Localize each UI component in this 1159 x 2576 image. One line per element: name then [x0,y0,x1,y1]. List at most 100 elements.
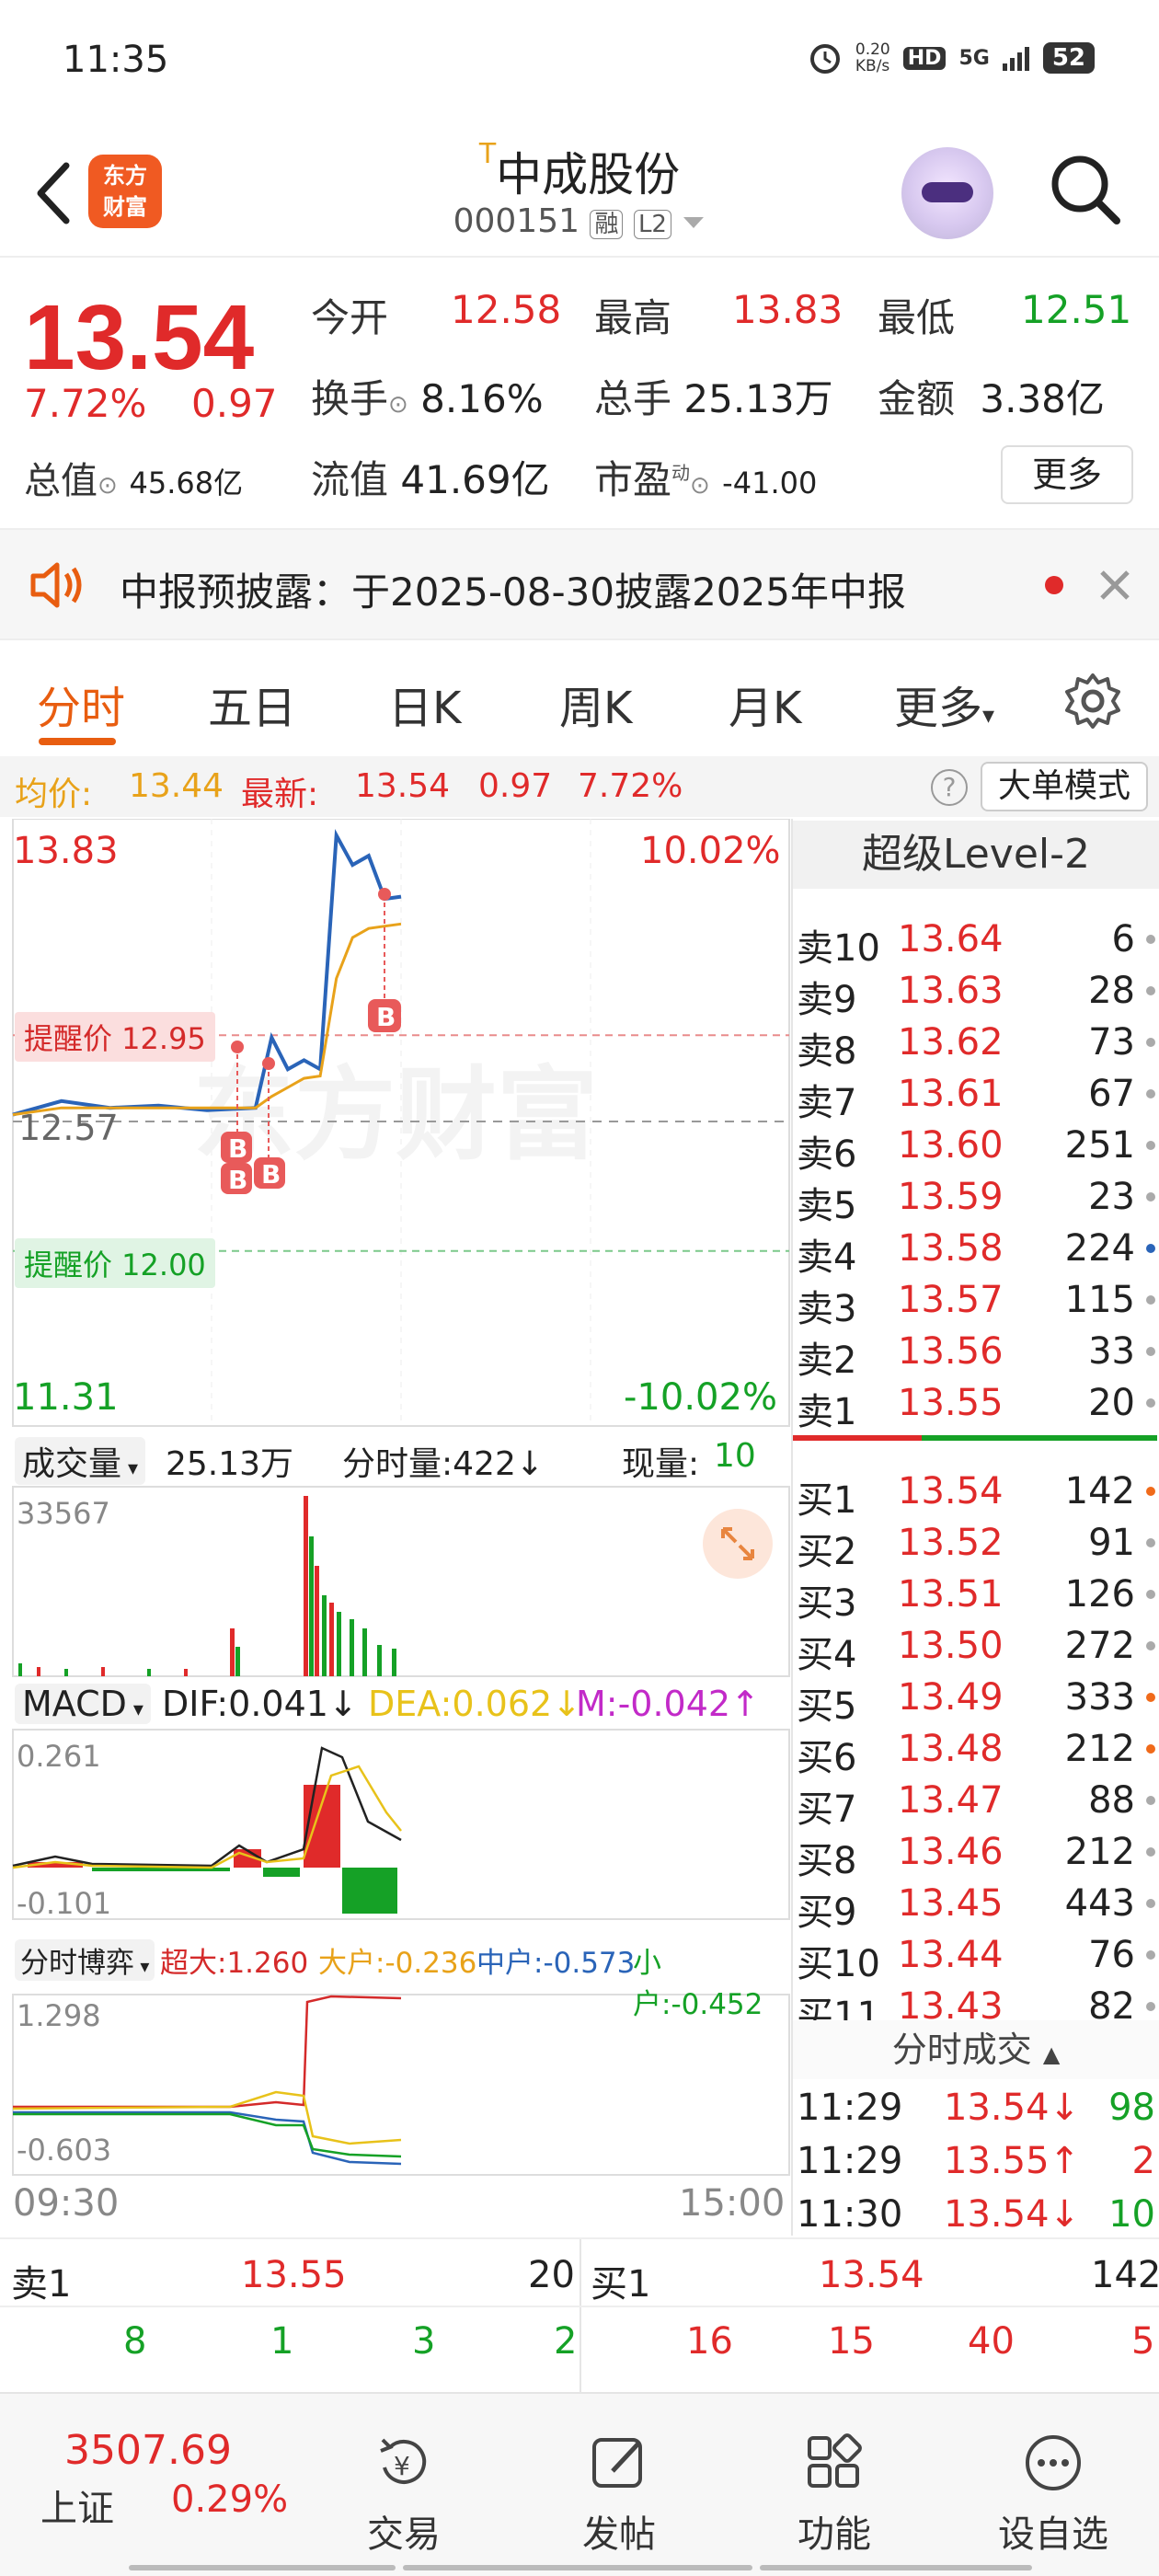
assistant-robot-avatar[interactable] [901,147,993,239]
flow-mid: 中户:-0.573 [476,1947,636,1980]
ask-price: 13.57 [898,1279,1004,1321]
order-dot [1146,1693,1155,1702]
bid-row[interactable]: 买4 13.50 272 [793,1621,1159,1676]
buy1-label: 买1 [591,2263,651,2306]
close-icon[interactable] [1096,567,1133,604]
bid-row[interactable]: 买6 13.48 212 [793,1724,1159,1779]
info-icon[interactable]: ⊙ [388,391,408,419]
index-pct[interactable]: 0.29% [171,2478,288,2521]
ask-row[interactable]: 卖7 13.61 67 [793,1069,1159,1124]
buy-marker-label: B [376,1002,396,1032]
buy-marker[interactable]: B [221,1163,252,1195]
ticks-title[interactable]: 分时成交 ▲ [793,2020,1159,2079]
nav-add-watchlist[interactable]: 设自选 [984,2431,1122,2558]
ask-bid-ratio-red [793,1435,922,1441]
tab-daily-k[interactable]: 日K [388,672,461,736]
sell1-label: 卖1 [11,2263,72,2306]
status-bar: 11:35 0.20 KB/s HD 5G 52 [0,0,1159,120]
buy-marker-label: B [228,1165,247,1195]
buy-marker[interactable]: B [254,1157,285,1190]
macd-selector[interactable]: MACD ▾ [15,1684,151,1724]
index-name[interactable]: 上证 [40,2478,114,2532]
volume-bar [101,1667,105,1676]
low-value: 12.51 [1021,287,1132,332]
ask-row[interactable]: 卖5 13.59 23 [793,1172,1159,1227]
alert-low-label[interactable]: 提醒价 12.00 [15,1238,215,1288]
level2-title[interactable]: 超级Level-2 [793,821,1159,889]
search-icon[interactable] [1047,151,1124,228]
order-dot [1146,1244,1155,1253]
ask-row[interactable]: 卖8 13.62 73 [793,1018,1159,1073]
volume-bar [362,1628,367,1676]
alert-high-label[interactable]: 提醒价 12.95 [15,1012,215,1062]
macd-chart-frame [12,1729,790,1920]
bid-row[interactable]: 买3 13.51 126 [793,1570,1159,1625]
ask-row[interactable]: 卖3 13.57 115 [793,1275,1159,1330]
settings-gear-icon[interactable] [1063,672,1122,730]
bid-row[interactable]: 买1 13.54 142 [793,1466,1159,1522]
intraday-chart-panel[interactable]: 东方财富 B B B B 13.83 10.02% 12.57 11.31 -1… [0,819,791,2236]
info-icon[interactable]: ⊙ [690,472,710,500]
expand-button-bg[interactable] [703,1509,773,1579]
index-value[interactable]: 3507.69 [64,2427,232,2474]
tick-time: 11:29 [797,2087,903,2129]
volume-selector[interactable]: 成交量 ▾ [15,1437,146,1485]
caret-down-icon: ▾ [134,1955,150,1977]
tab-weekly-k[interactable]: 周K [559,672,632,736]
ask-volume: 28 [1088,970,1135,1012]
tab-monthly-k[interactable]: 月K [729,672,801,736]
ask-volume: 67 [1088,1073,1135,1115]
bid-level-label: 买6 [797,1737,857,1779]
bid-level-label: 买7 [797,1788,857,1831]
ask-row[interactable]: 卖2 13.56 33 [793,1327,1159,1382]
bid-volume: 333 [1064,1676,1135,1719]
nav-post[interactable]: 发帖 [550,2431,688,2558]
bid-volume: 443 [1064,1882,1135,1925]
turnover-value: 8.16% [420,376,544,421]
tick-price: 13.54↓ [944,2193,1081,2236]
bid-row[interactable]: 买9 13.45 443 [793,1879,1159,1934]
buy-marker[interactable]: B [221,1132,252,1164]
turnover-label: 换手 [311,376,389,421]
bid-volume: 126 [1064,1573,1135,1616]
ask-level-label: 卖7 [797,1082,857,1124]
ask-row[interactable]: 卖10 13.64 6 [793,914,1159,970]
tab-five-day[interactable]: 五日 [208,672,296,736]
status-icons: 0.20 KB/s HD 5G 52 [808,40,1095,75]
bid-row[interactable]: 买7 13.47 88 [793,1776,1159,1831]
more-button[interactable]: 更多 [1001,445,1133,504]
last-price: 13.54 [24,286,255,389]
bid-row[interactable]: 买5 13.49 333 [793,1673,1159,1728]
bid-level-label: 买3 [797,1582,857,1625]
nav-functions[interactable]: 功能 [765,2431,903,2558]
bid-row[interactable]: 买2 13.52 91 [793,1518,1159,1573]
current-volume-label: 现量: [622,1445,700,1483]
ask-row[interactable]: 卖4 13.58 224 [793,1224,1159,1279]
ask-bid-ratio-green [922,1435,1157,1441]
ask-row[interactable]: 卖6 13.60 251 [793,1121,1159,1176]
caret-up-icon: ▲ [1042,2041,1061,2067]
bid-row[interactable]: 买8 13.46 212 [793,1827,1159,1882]
ask-row[interactable]: 卖1 13.55 20 [793,1378,1159,1433]
tab-more[interactable]: 更多▾ [894,672,994,736]
mktcap-row: 总值⊙ 45.68亿 [24,451,243,504]
big-order-mode-button[interactable]: 大单模式 [981,762,1148,811]
volume-bar [392,1649,396,1676]
info-icon[interactable]: ⊙ [98,472,118,500]
report-notice-bar[interactable]: 中报预披露：于2025-08-30披露2025年中报 [0,528,1159,640]
flow-selector[interactable]: 分时博弈 ▾ [15,1939,155,1981]
pe-value: -41.00 [722,466,818,500]
tab-intraday[interactable]: 分时 [37,672,125,736]
order-dot [1146,1089,1155,1098]
help-icon[interactable]: ? [931,769,968,806]
tick-volume: 2 [1131,2140,1155,2182]
unread-dot [1045,576,1063,594]
bid-row[interactable]: 买10 13.44 76 [793,1930,1159,1985]
bid-price: 13.49 [898,1676,1004,1719]
nav-trade[interactable]: ¥ 交易 [335,2431,473,2558]
bid-level-label: 买9 [797,1892,857,1934]
buy-marker[interactable]: B [368,999,401,1032]
ask-row[interactable]: 卖9 13.63 28 [793,966,1159,1021]
bid-level-label: 买8 [797,1840,857,1882]
price-info-line: 均价: 13.44 最新: 13.54 0.97 7.72% ? 大单模式 [0,756,1159,817]
